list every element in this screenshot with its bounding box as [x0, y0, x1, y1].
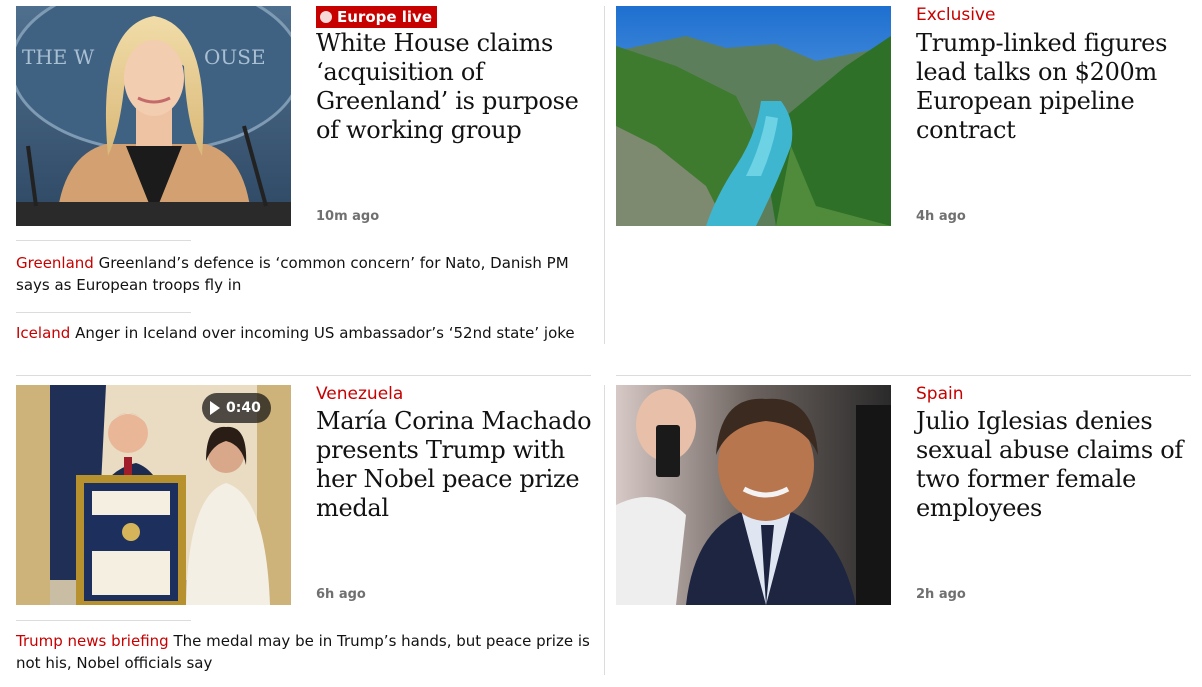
story-timestamp: 10m ago	[316, 209, 380, 224]
related-link[interactable]: Trump news briefing The medal may be in …	[16, 630, 594, 674]
divider	[16, 240, 191, 241]
story-kicker[interactable]: Exclusive	[916, 5, 995, 25]
related-link-text: Anger in Iceland over incoming US ambass…	[75, 324, 575, 342]
video-duration: 0:40	[226, 400, 261, 416]
divider	[16, 620, 191, 621]
story-timestamp: 6h ago	[316, 587, 366, 602]
story-kicker[interactable]: Spain	[916, 384, 964, 404]
story-card-machado[interactable]: 0:40 Venezuela María Corina Machado pres…	[0, 380, 600, 687]
story-headline[interactable]: White House claims ‘acquisition of Green…	[316, 29, 598, 145]
video-duration-badge: 0:40	[202, 393, 271, 423]
live-badge[interactable]: Europe live	[316, 6, 437, 28]
row-divider	[616, 375, 1191, 376]
row-divider	[16, 375, 591, 376]
story-headline[interactable]: Julio Iglesias denies sexual abuse claim…	[916, 407, 1196, 523]
story-image[interactable]: THE W OUSE	[16, 6, 291, 226]
story-image[interactable]	[616, 6, 891, 226]
story-card-pipeline[interactable]: Exclusive Trump-linked figures lead talk…	[605, 0, 1202, 350]
story-timestamp: 4h ago	[916, 209, 966, 224]
press-secretary-photo-icon: THE W OUSE	[16, 6, 291, 226]
portrait-photo-icon	[616, 385, 891, 605]
related-link-tag: Trump news briefing	[16, 632, 169, 650]
related-link[interactable]: Greenland Greenland’s defence is ‘common…	[16, 252, 594, 296]
story-headline[interactable]: Trump-linked figures lead talks on $200m…	[916, 29, 1196, 145]
kicker-label: Europe live	[337, 8, 432, 26]
story-kicker[interactable]: Venezuela	[316, 384, 403, 404]
story-card-greenland[interactable]: THE W OUSE Europe live White House claim…	[0, 0, 600, 350]
story-image[interactable]: 0:40	[16, 385, 291, 605]
related-link-tag: Iceland	[16, 324, 71, 342]
column-divider	[604, 6, 605, 344]
related-link-text: Greenland’s defence is ‘common concern’ …	[16, 254, 569, 294]
story-headline[interactable]: María Corina Machado presents Trump with…	[316, 407, 598, 523]
live-dot-icon	[320, 11, 332, 23]
story-card-iglesias[interactable]: Spain Julio Iglesias denies sexual abuse…	[605, 380, 1202, 687]
play-icon	[210, 401, 220, 415]
story-image[interactable]	[616, 385, 891, 605]
related-link[interactable]: Iceland Anger in Iceland over incoming U…	[16, 322, 594, 344]
svg-text:OUSE: OUSE	[204, 45, 266, 69]
related-link-tag: Greenland	[16, 254, 94, 272]
svg-text:THE W: THE W	[22, 45, 95, 69]
divider	[16, 312, 191, 313]
story-timestamp: 2h ago	[916, 587, 966, 602]
river-valley-photo-icon	[616, 6, 891, 226]
